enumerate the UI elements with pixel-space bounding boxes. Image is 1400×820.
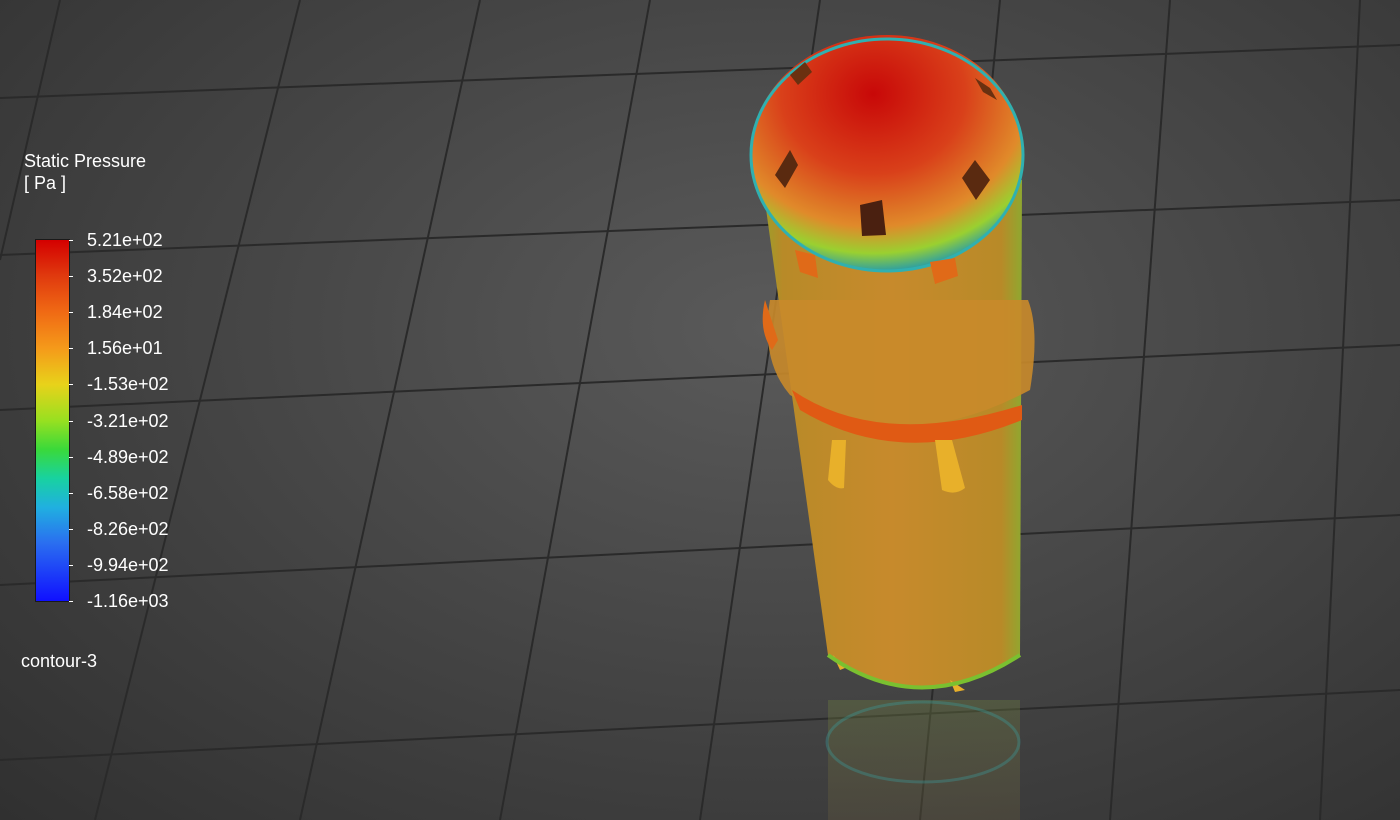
colorbar-tick-label: -1.53e+02 — [87, 374, 169, 395]
contour-name: contour-3 — [21, 651, 98, 671]
colorbar-tick-label: -4.89e+02 — [87, 446, 169, 467]
colorbar-tick — [69, 276, 73, 278]
legend-unit: [ Pa ] — [24, 173, 67, 193]
colorbar-tick-label: -3.21e+02 — [87, 410, 169, 431]
colorbar-tick-label: -9.94e+02 — [87, 554, 169, 575]
colorbar-tick — [69, 564, 73, 566]
model-reflection — [825, 700, 1021, 820]
colorbar-tick-label: -6.58e+02 — [87, 482, 169, 503]
colorbar-tick-label: 3.52e+02 — [87, 266, 163, 287]
colorbar-tick — [69, 240, 73, 241]
colorbar-tick-label: 1.84e+02 — [87, 302, 163, 323]
colorbar-tick-label: -1.16e+03 — [87, 591, 169, 611]
colorbar-tick — [69, 528, 73, 530]
legend-title: Static Pressure — [24, 151, 147, 171]
colorbar-tick — [69, 456, 73, 458]
colorbar — [35, 239, 70, 602]
colorbar-tick — [69, 492, 73, 494]
pressure-legend: Static Pressure [ Pa ] 5.21e+02 3.52e+02 1… — [0, 0, 260, 700]
colorbar-tick — [69, 312, 73, 314]
colorbar-tick-label: 5.21e+02 — [87, 230, 163, 250]
colorbar-tick — [69, 384, 73, 386]
colorbar-tick — [69, 348, 73, 350]
colorbar-tick-label: 1.56e+01 — [87, 338, 163, 359]
colorbar-tick-label: -8.26e+02 — [87, 518, 169, 539]
colorbar-tick — [69, 601, 73, 602]
colorbar-tick — [69, 420, 73, 422]
